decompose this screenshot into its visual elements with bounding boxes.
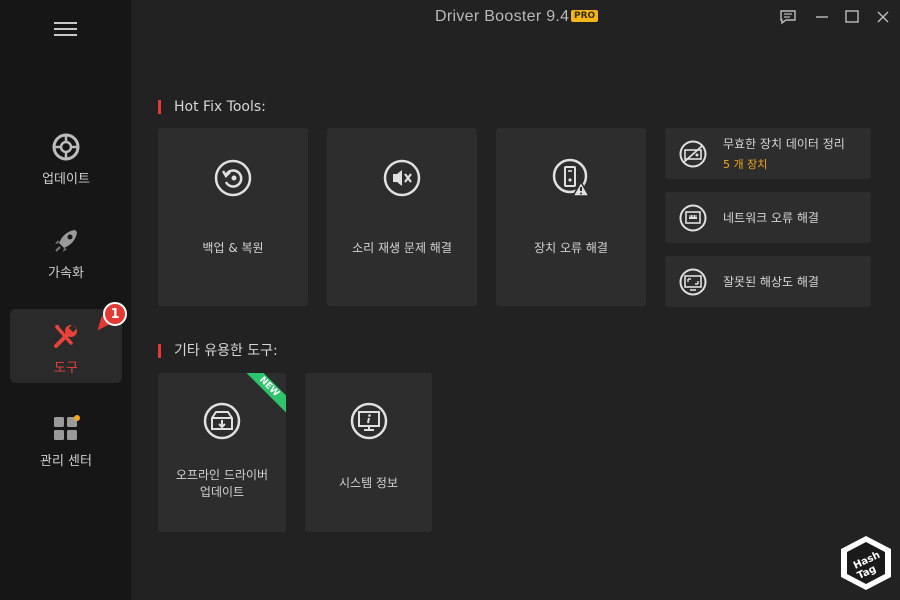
sidebar: 업데이트 가속화 도구 관리 센터 1 xyxy=(0,0,131,600)
tile-label-line2: 업데이트 xyxy=(199,485,245,499)
offline-update-icon xyxy=(202,401,242,441)
tile-label: 무효한 장치 데이터 정리 xyxy=(723,137,845,151)
device-count: 5 개 장치 xyxy=(723,158,768,171)
app-title: Driver Booster 9.4 xyxy=(435,8,570,25)
tile-resolution-fix[interactable]: 잘못된 해상도 해결 xyxy=(665,256,871,307)
tile-label: 네트워크 오류 해결 xyxy=(723,211,819,225)
close-icon[interactable] xyxy=(874,8,892,26)
feedback-icon[interactable] xyxy=(779,8,797,26)
tile-device-error[interactable]: 장치 오류 해결 xyxy=(496,128,646,306)
device-warning-icon xyxy=(551,158,591,198)
grid-icon xyxy=(51,414,81,444)
section-title-hotfix: Hot Fix Tools: xyxy=(158,100,266,114)
tile-label: 잘못된 해상도 해결 xyxy=(723,275,819,289)
update-icon xyxy=(51,132,81,162)
sidebar-item-label: 가속화 xyxy=(48,266,84,281)
restore-icon xyxy=(213,158,253,198)
menu-icon[interactable] xyxy=(54,22,77,36)
maximize-icon[interactable] xyxy=(843,8,861,26)
tile-label-line1: 오프라인 드라이버 xyxy=(175,468,269,482)
tile-label: 장치 오류 해결 xyxy=(534,241,608,255)
sidebar-item-update[interactable]: 업데이트 xyxy=(10,132,122,206)
sidebar-item-label: 도구 xyxy=(54,361,78,376)
sidebar-item-action-center[interactable]: 관리 센터 xyxy=(10,414,122,488)
invalid-device-icon xyxy=(679,140,707,168)
section-title-other: 기타 유용한 도구: xyxy=(158,344,278,358)
rocket-icon xyxy=(51,226,81,256)
network-icon xyxy=(679,204,707,232)
minimize-icon[interactable] xyxy=(813,8,831,26)
tile-backup-restore[interactable]: 백업 & 복원 xyxy=(158,128,308,306)
tile-sound-fix[interactable]: 소리 재생 문제 해결 xyxy=(327,128,477,306)
tile-invalid-device-data[interactable]: 무효한 장치 데이터 정리 5 개 장치 xyxy=(665,128,871,179)
system-info-icon xyxy=(349,401,389,441)
step-badge: 1 xyxy=(103,302,127,326)
new-ribbon: NEW xyxy=(243,373,286,417)
tile-offline-driver-update[interactable]: NEW 오프라인 드라이버 업데이트 xyxy=(158,373,286,532)
tile-label: 시스템 정보 xyxy=(338,476,398,490)
hashtag-watermark-logo: Hash Tag xyxy=(838,534,894,592)
title-bar: Driver Booster 9.4 PRO xyxy=(131,0,900,34)
tile-label: 소리 재생 문제 해결 xyxy=(352,241,452,255)
sidebar-item-boost[interactable]: 가속화 xyxy=(10,226,122,300)
wrench-icon xyxy=(51,321,81,351)
resolution-icon xyxy=(679,268,707,296)
mute-icon xyxy=(382,158,422,198)
pro-badge: PRO xyxy=(571,10,599,22)
tile-network-fix[interactable]: 네트워크 오류 해결 xyxy=(665,192,871,243)
tile-system-info[interactable]: 시스템 정보 xyxy=(305,373,432,532)
tile-label: 백업 & 복원 xyxy=(202,241,264,255)
sidebar-item-label: 관리 센터 xyxy=(40,454,92,469)
sidebar-item-label: 업데이트 xyxy=(42,172,90,187)
